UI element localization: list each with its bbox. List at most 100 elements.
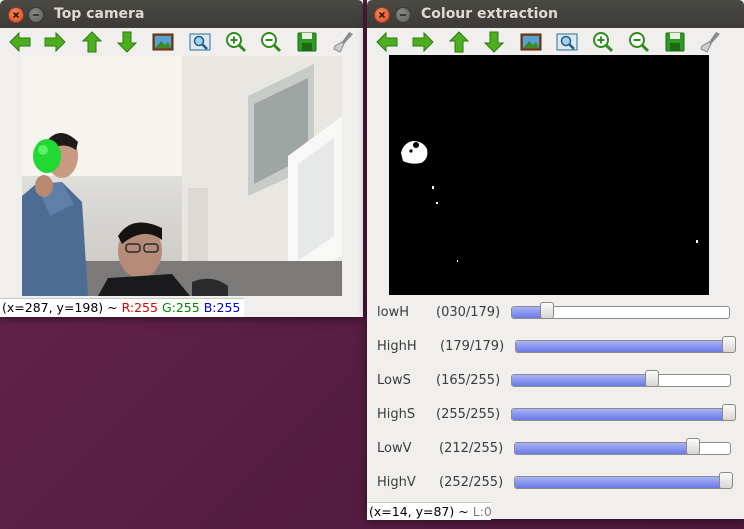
slider-HighV: HighV (252/255) bbox=[368, 465, 740, 499]
window-title: Colour extraction bbox=[421, 6, 558, 22]
minimize-button[interactable] bbox=[28, 7, 44, 23]
slider-handle[interactable] bbox=[540, 302, 555, 319]
close-icon bbox=[12, 11, 20, 19]
toolbar bbox=[0, 28, 363, 56]
close-icon bbox=[378, 11, 386, 19]
pan-left-button[interactable] bbox=[375, 30, 399, 54]
slider-track[interactable] bbox=[514, 476, 731, 489]
slider-handle[interactable] bbox=[722, 336, 736, 353]
zoom-original-button[interactable] bbox=[151, 30, 175, 54]
properties-button[interactable] bbox=[331, 30, 355, 54]
luminance-value: L:0 bbox=[472, 504, 492, 519]
pan-down-button[interactable] bbox=[115, 30, 139, 54]
zoom-in-button[interactable] bbox=[224, 30, 248, 54]
zoom-out-icon bbox=[629, 32, 650, 53]
red-value: R:255 bbox=[121, 300, 158, 315]
window-title: Top camera bbox=[54, 6, 145, 22]
close-button[interactable] bbox=[8, 7, 24, 23]
arrow-left-icon bbox=[376, 31, 398, 53]
slider-value: (252/255) bbox=[439, 475, 504, 490]
slider-HighS: HighS (255/255) bbox=[368, 397, 740, 431]
top-camera-window: Top camera (x=287, y=198) ~ R:255 G:255 … bbox=[0, 0, 363, 317]
slider-fill bbox=[512, 375, 654, 386]
pan-up-button[interactable] bbox=[80, 30, 104, 54]
colour-extraction-titlebar[interactable]: Colour extraction bbox=[367, 0, 744, 28]
save-icon bbox=[297, 32, 317, 52]
slider-label: HighV bbox=[377, 475, 416, 490]
blue-value: B:255 bbox=[203, 300, 241, 315]
slider-label: LowS bbox=[377, 373, 411, 388]
status-bar: (x=14, y=87) ~ L:0 bbox=[367, 502, 492, 520]
brush-icon bbox=[700, 32, 720, 53]
pan-left-button[interactable] bbox=[8, 30, 32, 54]
cursor-coords: (x=287, y=198) ~ bbox=[2, 300, 122, 315]
properties-button[interactable] bbox=[698, 30, 722, 54]
minimize-icon bbox=[400, 14, 406, 16]
zoom-fit-icon bbox=[556, 33, 578, 51]
mask-image[interactable] bbox=[389, 55, 709, 295]
save-button[interactable] bbox=[295, 30, 319, 54]
slider-fill bbox=[515, 443, 694, 454]
slider-handle[interactable] bbox=[719, 472, 734, 489]
save-icon bbox=[665, 32, 685, 52]
zoom-in-button[interactable] bbox=[591, 30, 615, 54]
arrow-up-icon bbox=[448, 31, 470, 53]
minimize-button[interactable] bbox=[395, 7, 411, 23]
slider-value: (179/179) bbox=[440, 339, 505, 354]
slider-value: (030/179) bbox=[436, 305, 501, 320]
zoom-in-icon bbox=[226, 32, 247, 53]
status-bar: (x=287, y=198) ~ R:255 G:255 B:255 bbox=[0, 298, 244, 317]
zoom-fit-icon bbox=[189, 33, 211, 51]
toolbar bbox=[367, 28, 744, 56]
slider-LowV: LowV (212/255) bbox=[368, 431, 740, 465]
image-icon bbox=[152, 33, 174, 51]
mask-blobs bbox=[401, 141, 698, 262]
zoom-out-button[interactable] bbox=[259, 30, 283, 54]
slider-label: LowV bbox=[377, 441, 412, 456]
slider-lowH: lowH (030/179) bbox=[368, 295, 740, 329]
zoom-fit-button[interactable] bbox=[555, 30, 579, 54]
slider-value: (255/255) bbox=[436, 407, 501, 422]
slider-LowS: LowS (165/255) bbox=[368, 363, 740, 397]
slider-track[interactable] bbox=[511, 408, 731, 421]
camera-scene bbox=[22, 56, 342, 296]
brush-icon bbox=[333, 32, 353, 53]
arrow-down-icon bbox=[116, 31, 138, 53]
slider-handle[interactable] bbox=[685, 438, 700, 455]
slider-fill bbox=[515, 477, 728, 488]
pan-right-button[interactable] bbox=[43, 30, 67, 54]
zoom-out-button[interactable] bbox=[627, 30, 651, 54]
arrow-left-icon bbox=[9, 31, 31, 53]
slider-label: HighH bbox=[377, 339, 417, 354]
slider-handle[interactable] bbox=[645, 370, 660, 387]
zoom-original-button[interactable] bbox=[519, 30, 543, 54]
save-button[interactable] bbox=[663, 30, 687, 54]
slider-HighH: HighH (179/179) bbox=[368, 329, 740, 363]
arrow-right-icon bbox=[412, 31, 434, 53]
green-value: G:255 bbox=[161, 300, 200, 315]
slider-label: lowH bbox=[377, 305, 409, 320]
cursor-coords: (x=14, y=87) ~ bbox=[369, 504, 473, 519]
arrow-right-icon bbox=[44, 31, 66, 53]
pan-right-button[interactable] bbox=[411, 30, 435, 54]
close-button[interactable] bbox=[374, 7, 390, 23]
zoom-in-icon bbox=[593, 32, 614, 53]
slider-label: HighS bbox=[377, 407, 416, 422]
slider-track[interactable] bbox=[515, 340, 731, 353]
slider-fill bbox=[512, 409, 730, 420]
image-icon bbox=[520, 33, 542, 51]
slider-value: (165/255) bbox=[436, 373, 501, 388]
slider-handle[interactable] bbox=[722, 404, 736, 421]
slider-fill bbox=[516, 341, 730, 352]
top-camera-titlebar[interactable]: Top camera bbox=[0, 0, 363, 28]
zoom-fit-button[interactable] bbox=[188, 30, 212, 54]
pan-up-button[interactable] bbox=[447, 30, 471, 54]
slider-value: (212/255) bbox=[439, 441, 504, 456]
arrow-down-icon bbox=[483, 31, 505, 53]
camera-image[interactable] bbox=[22, 56, 342, 296]
arrow-up-icon bbox=[81, 31, 103, 53]
pan-down-button[interactable] bbox=[482, 30, 506, 54]
minimize-icon bbox=[33, 14, 39, 16]
slider-track[interactable] bbox=[511, 374, 731, 387]
zoom-out-icon bbox=[261, 32, 282, 53]
